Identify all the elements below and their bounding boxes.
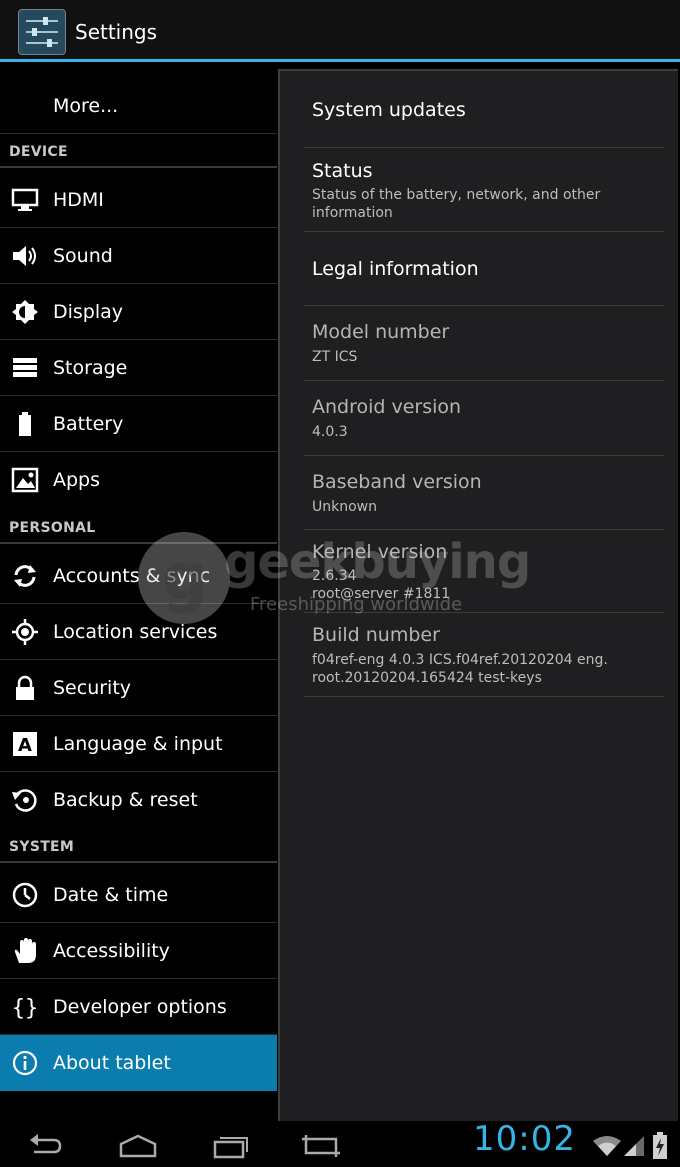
info-icon [11, 1050, 39, 1076]
backup-icon [11, 787, 39, 813]
pref-title: System updates [312, 99, 466, 121]
settings-sliders-icon[interactable] [18, 9, 66, 55]
sidebar-item-date-time[interactable]: Date & time [0, 867, 277, 923]
sidebar-item-label: Accessibility [53, 940, 170, 962]
sidebar-item-developer-options[interactable]: {} Developer options [0, 979, 277, 1035]
system-bar: 10:02 [0, 1119, 680, 1167]
pref-baseband-version: Baseband version Unknown [304, 455, 664, 530]
sidebar-item-security[interactable]: Security [0, 660, 277, 716]
sidebar-item-label: Display [53, 301, 124, 323]
pref-title: Android version [312, 396, 462, 418]
sidebar-item-sound[interactable]: Sound [0, 228, 277, 284]
pref-status[interactable]: Status Status of the battery, network, a… [304, 147, 664, 232]
sidebar-item-label: Developer options [53, 996, 227, 1018]
sidebar-item-label: Backup & reset [53, 789, 198, 811]
pref-title: Kernel version [312, 541, 448, 563]
pref-summary: Unknown [312, 499, 377, 515]
section-header-device: DEVICE [0, 138, 277, 168]
clock-icon [11, 882, 39, 908]
sidebar-item-more[interactable]: More... [0, 78, 277, 134]
sidebar-item-label: Sound [53, 245, 113, 267]
section-header-system: SYSTEM [0, 833, 277, 863]
sync-icon [11, 563, 39, 589]
location-icon [11, 619, 39, 645]
sidebar-item-label: Storage [53, 357, 128, 379]
action-bar: Settings [0, 0, 680, 62]
hand-icon [11, 938, 39, 964]
sidebar-item-label: Language & input [53, 733, 223, 755]
sidebar-item-label: Date & time [53, 884, 169, 906]
home-icon[interactable] [113, 1130, 163, 1160]
pref-summary: 4.0.3 [312, 424, 348, 440]
pref-title: Status [312, 160, 373, 182]
pref-title: Build number [312, 624, 440, 646]
apps-icon [11, 467, 39, 493]
sidebar-item-label: Security [53, 677, 132, 699]
battery-charging-icon [652, 1132, 668, 1164]
sidebar-item-label: More... [53, 95, 119, 117]
sidebar-item-location[interactable]: Location services [0, 604, 277, 660]
screenshot-icon[interactable] [296, 1130, 346, 1160]
sidebar-item-about-tablet[interactable]: About tablet [0, 1035, 277, 1091]
pref-summary: ZT ICS [312, 349, 358, 365]
pref-title: Baseband version [312, 471, 482, 493]
pref-title: Model number [312, 321, 450, 343]
sidebar-item-label: Location services [53, 621, 218, 643]
braces-icon: {} [11, 994, 39, 1021]
signal-icon [622, 1134, 646, 1162]
sidebar-item-accounts-sync[interactable]: Accounts & sync [0, 548, 277, 604]
brightness-icon [11, 299, 39, 325]
sidebar-item-apps[interactable]: Apps [0, 452, 277, 508]
sidebar-item-label: HDMI [53, 189, 104, 211]
storage-icon [11, 355, 39, 381]
sidebar-item-display[interactable]: Display [0, 284, 277, 340]
settings-sidebar: More... DEVICE HDMI Sound Display Storag… [0, 66, 277, 1120]
pref-kernel-version: Kernel version 2.6.34 root@server #1811 [304, 529, 664, 613]
svg-text:{}: {} [12, 996, 39, 1020]
sidebar-item-battery[interactable]: Battery [0, 396, 277, 452]
pref-android-version[interactable]: Android version 4.0.3 [304, 380, 664, 456]
svg-text:A: A [18, 735, 32, 756]
pref-build-number[interactable]: Build number f04ref-eng 4.0.3 ICS.f04ref… [304, 612, 664, 697]
sidebar-item-storage[interactable]: Storage [0, 340, 277, 396]
speaker-icon [11, 243, 39, 269]
pref-model-number: Model number ZT ICS [304, 305, 664, 381]
about-tablet-pane: System updates Status Status of the batt… [278, 69, 678, 1121]
pref-system-updates[interactable]: System updates [304, 71, 664, 148]
app-title: Settings [75, 20, 158, 44]
pref-summary: f04ref-eng 4.0.3 ICS.f04ref.20120204 eng… [312, 652, 608, 686]
section-header-personal: PERSONAL [0, 514, 277, 544]
sidebar-item-label: About tablet [53, 1052, 171, 1074]
recent-apps-icon[interactable] [205, 1130, 255, 1160]
sidebar-item-backup-reset[interactable]: Backup & reset [0, 772, 277, 828]
battery-icon [11, 411, 39, 437]
monitor-icon [11, 187, 39, 213]
sidebar-item-hdmi[interactable]: HDMI [0, 172, 277, 228]
keyboard-letter-icon: A [11, 731, 39, 757]
back-icon[interactable] [22, 1130, 72, 1160]
lock-icon [11, 675, 39, 701]
pref-title: Legal information [312, 258, 479, 280]
sidebar-item-label: Accounts & sync [53, 565, 211, 587]
sidebar-item-label: Apps [53, 469, 101, 491]
pref-summary: Status of the battery, network, and othe… [312, 187, 601, 221]
sidebar-item-language-input[interactable]: A Language & input [0, 716, 277, 772]
pref-legal-information[interactable]: Legal information [304, 231, 664, 306]
wifi-icon [592, 1134, 622, 1162]
pref-summary: 2.6.34 root@server #1811 [312, 568, 451, 602]
sidebar-item-accessibility[interactable]: Accessibility [0, 923, 277, 979]
clock[interactable]: 10:02 [473, 1119, 576, 1159]
sidebar-item-label: Battery [53, 413, 124, 435]
